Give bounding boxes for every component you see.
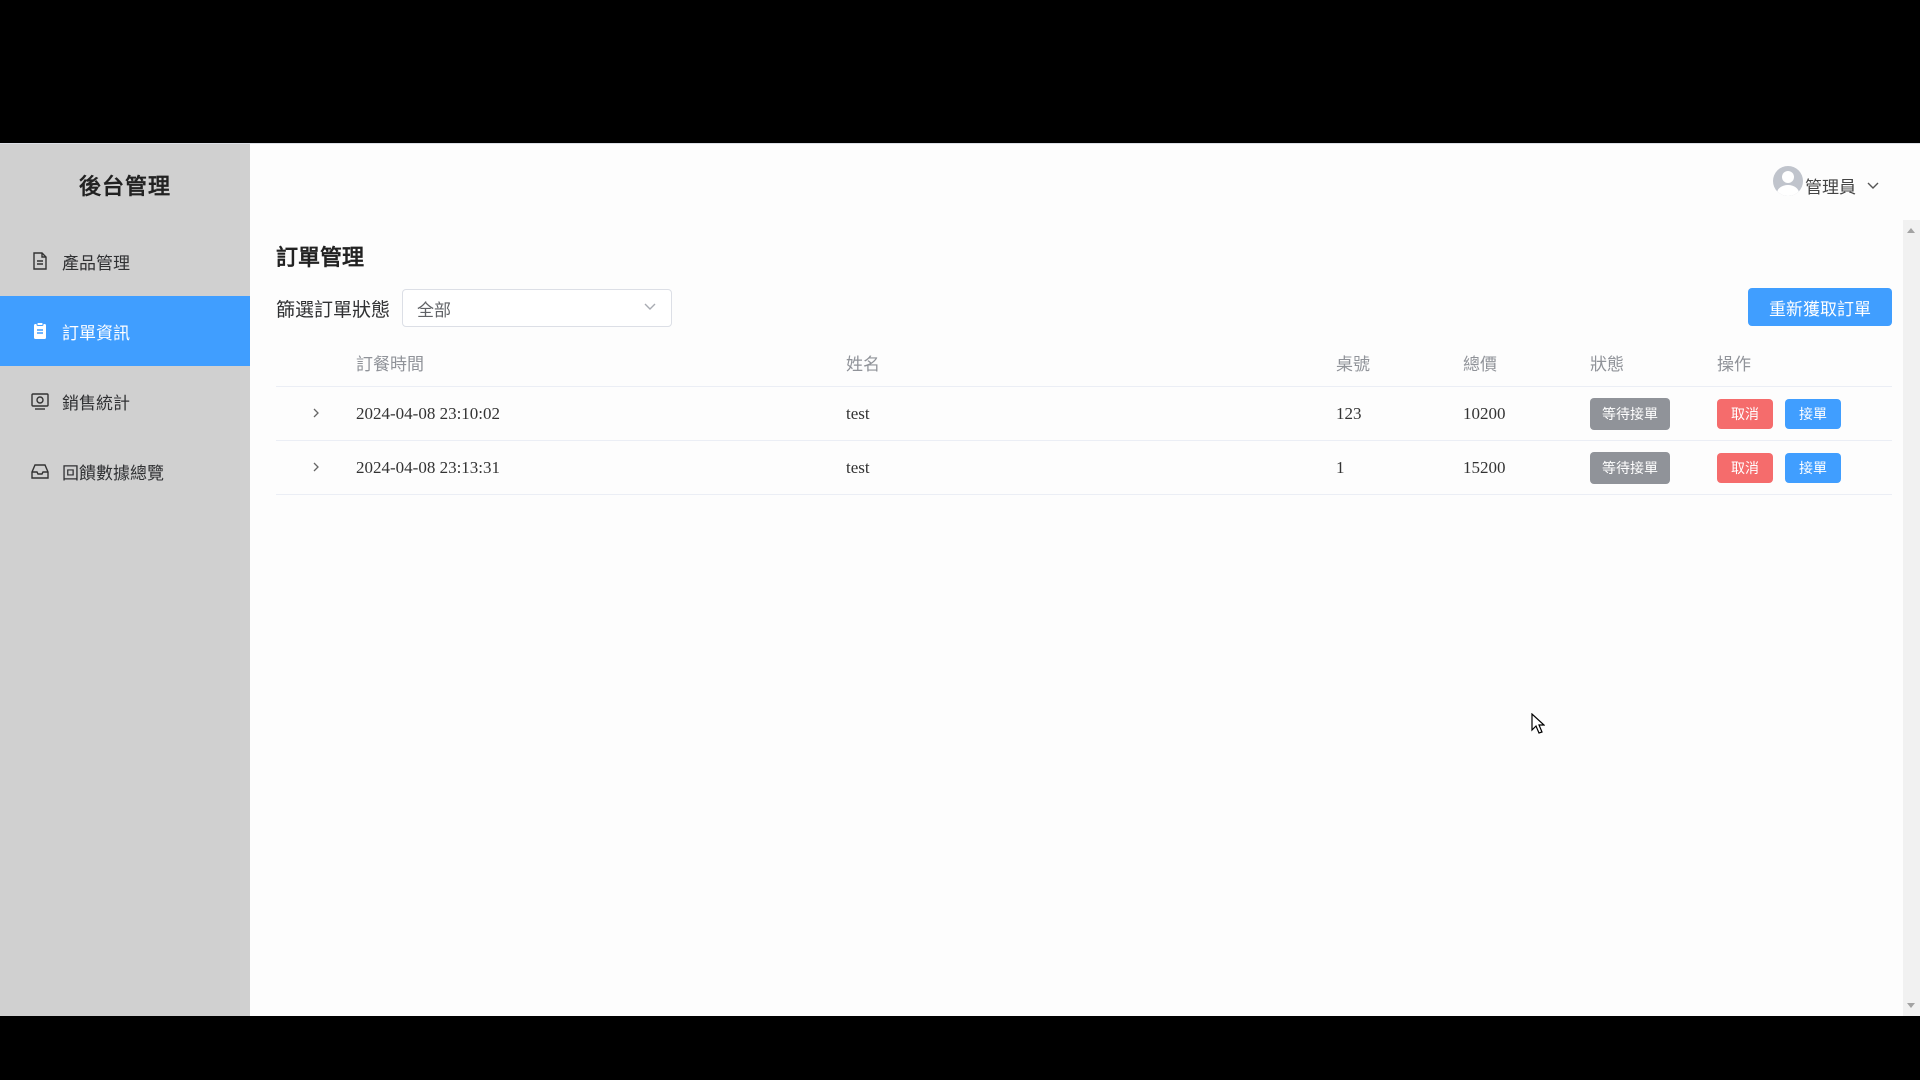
status-filter-select[interactable]: 全部 [402,289,673,327]
table-number: 1 [1335,440,1462,495]
sidebar-item-feedback[interactable]: 回饋數據總覽 [0,436,250,506]
total-price: 10200 [1462,386,1589,441]
scroll-down-arrow-icon[interactable] [1907,1003,1915,1008]
order-time: 2024-04-08 23:10:02 [355,386,845,441]
user-menu[interactable]: 管理員 [1773,166,1880,198]
chevron-down-icon [1866,178,1880,192]
sidebar-item-label: 回饋數據總覽 [62,463,164,484]
orders-table: 訂餐時間 姓名 桌號 總價 狀態 操作 2024-04-08 23:10:02 [276,338,1892,495]
content-area: 訂單管理 篩選訂單狀態 全部 重新獲取訂單 訂餐時間 姓名 桌號 總價 狀態 操… [250,244,1920,495]
accept-order-button[interactable]: 接單 [1785,398,1841,429]
column-header: 訂餐時間 [355,338,845,387]
column-header: 桌號 [1335,338,1462,387]
clipboard-icon [30,321,50,341]
table-row: 2024-04-08 23:10:02 test 123 10200 等待接單 … [276,386,1892,441]
total-price: 15200 [1462,440,1589,495]
order-time: 2024-04-08 23:13:31 [355,440,845,495]
table-row: 2024-04-08 23:13:31 test 1 15200 等待接單 取消… [276,440,1892,495]
actions-cell: 取消 接單 [1716,386,1892,441]
sidebar-item-label: 訂單資訊 [62,323,130,344]
sidebar-item-products[interactable]: 產品管理 [0,226,250,296]
filter-label: 篩選訂單狀態 [276,298,391,321]
mouse-cursor-icon [1531,713,1545,734]
status-badge: 等待接單 [1590,451,1670,484]
select-value: 全部 [417,300,452,321]
customer-name: test [845,440,1335,495]
status-badge: 等待接單 [1590,397,1670,430]
expand-column-header [276,338,355,387]
inbox-icon [30,461,50,481]
column-header: 總價 [1462,338,1589,387]
sidebar: 後台管理 產品管理 訂單資訊 銷售統計 回饋數據總覽 [0,144,250,1016]
status-cell: 等待接單 [1589,440,1716,495]
expand-row-icon[interactable] [276,440,355,495]
sidebar-item-sales[interactable]: 銷售統計 [0,366,250,436]
status-cell: 等待接單 [1589,386,1716,441]
column-header: 姓名 [845,338,1335,387]
cancel-order-button[interactable]: 取消 [1717,398,1773,429]
user-name: 管理員 [1805,177,1856,198]
sidebar-item-orders[interactable]: 訂單資訊 [0,296,250,366]
document-icon [30,251,50,271]
actions-cell: 取消 接單 [1716,440,1892,495]
column-header: 狀態 [1589,338,1716,387]
brand-title: 後台管理 [78,175,171,200]
accept-order-button[interactable]: 接單 [1785,452,1841,483]
customer-name: test [845,386,1335,441]
column-header: 操作 [1716,338,1892,387]
cancel-order-button[interactable]: 取消 [1717,452,1773,483]
chart-card-icon [30,391,50,411]
sidebar-item-label: 產品管理 [62,253,130,274]
table-header-row: 訂餐時間 姓名 桌號 總價 狀態 操作 [276,338,1892,387]
page-title: 訂單管理 [276,246,365,271]
top-bar: 管理員 [250,144,1920,226]
refresh-orders-button[interactable]: 重新獲取訂單 [1748,288,1892,326]
app-window: 後台管理 產品管理 訂單資訊 銷售統計 回饋數據總覽 管理員 訂單管理 篩選訂單… [0,143,1920,1016]
expand-row-icon[interactable] [276,386,355,441]
vertical-scrollbar[interactable] [1903,220,1920,1016]
table-number: 123 [1335,386,1462,441]
main-panel: 管理員 訂單管理 篩選訂單狀態 全部 重新獲取訂單 訂餐時間 姓名 桌號 總價 … [250,144,1920,1016]
filter-row: 篩選訂單狀態 全部 重新獲取訂單 [276,288,1892,328]
scroll-up-arrow-icon[interactable] [1907,228,1915,233]
avatar-icon [1773,166,1803,196]
chevron-down-icon [643,298,657,318]
sidebar-item-label: 銷售統計 [62,393,130,414]
